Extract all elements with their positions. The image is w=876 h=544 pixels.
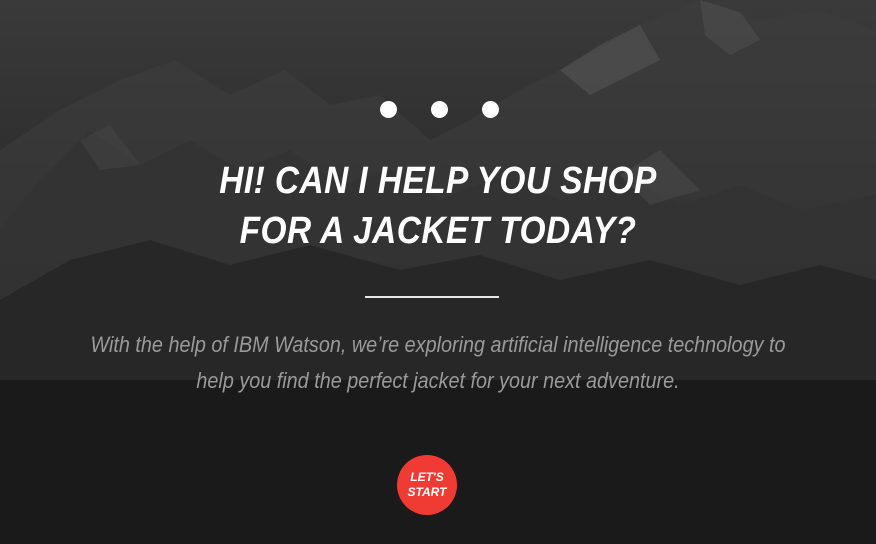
intro-text: With the help of IBM Watson, we’re explo… — [44, 327, 832, 399]
dot-icon — [481, 101, 499, 118]
intro-text-line-2: help you find the perfect jacket for you… — [196, 368, 680, 393]
dot-icon — [430, 101, 448, 118]
progress-dots — [0, 101, 876, 118]
lets-start-button[interactable]: LET'S START — [397, 455, 457, 515]
headline-line-2: FOR A JACKET TODAY? — [239, 210, 637, 252]
headline: HI! CAN I HELP YOU SHOP FOR A JACKET TOD… — [53, 156, 824, 256]
lets-start-label-line-2: START — [407, 485, 447, 499]
hero-screen: HI! CAN I HELP YOU SHOP FOR A JACKET TOD… — [0, 0, 876, 544]
dot-icon — [379, 101, 397, 118]
divider — [365, 296, 499, 298]
intro-text-line-1: With the help of IBM Watson, we’re explo… — [90, 332, 786, 357]
headline-line-1: HI! CAN I HELP YOU SHOP — [219, 160, 657, 202]
lets-start-label-line-1: LET'S — [410, 470, 444, 484]
